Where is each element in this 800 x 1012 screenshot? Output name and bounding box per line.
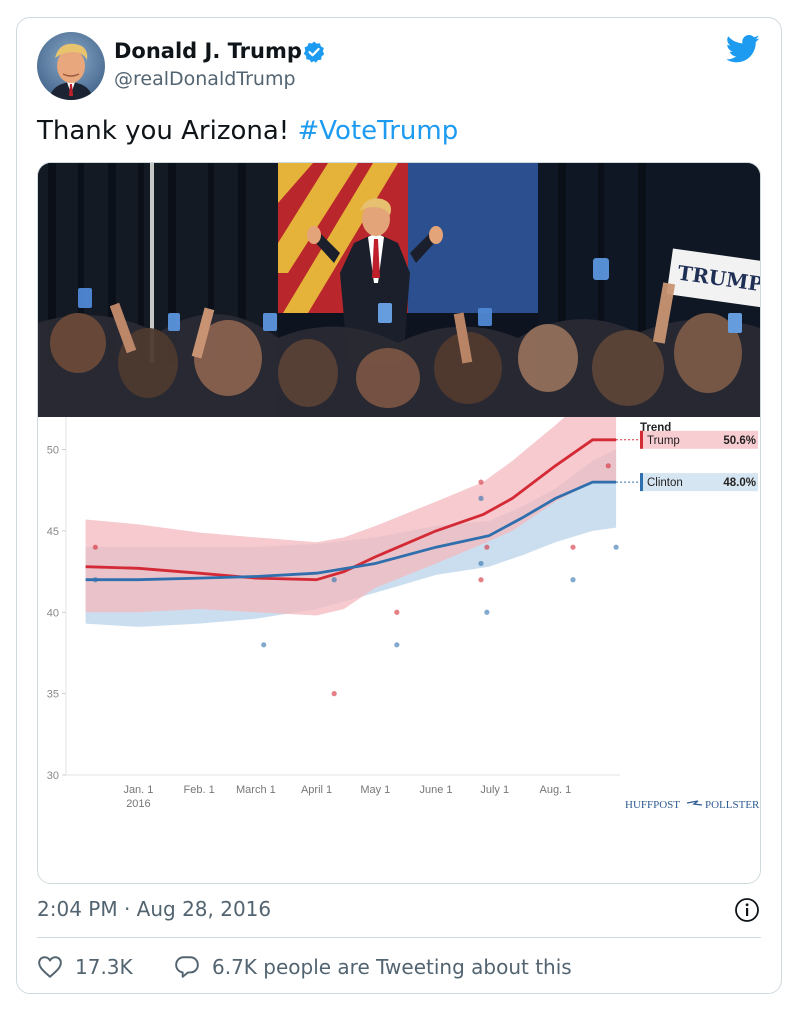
poll-point-trump [478,479,484,485]
poll-point-clinton [394,642,400,648]
legend-swatch-clinton [640,473,643,492]
x-tick-label: Aug. 1 [539,784,571,796]
twitter-bird-icon[interactable] [726,34,760,64]
brand-pollster: POLLSTER [705,799,760,811]
legend-value: 50.6% [723,435,756,447]
poll-point-clinton [261,642,267,648]
poll-point-trump [605,463,611,469]
legend-name: Trump [647,435,680,447]
x-tick-sublabel: 2016 [126,798,150,810]
poll-point-clinton [484,609,490,615]
avatar-image [37,32,105,100]
y-tick-label: 50 [47,445,59,457]
author-name[interactable]: Donald J. Trump [114,38,302,64]
x-tick-label: May 1 [360,784,390,796]
x-tick-label: June 1 [419,784,452,796]
legend-value: 48.0% [723,477,756,489]
x-tick-label: April 1 [301,784,332,796]
poll-point-trump [484,544,490,550]
tweet-timestamp[interactable]: 2:04 PM · Aug 28, 2016 [37,895,271,923]
tweeting-about-text: 6.7K people are Tweeting about this [212,955,572,979]
x-tick-label: March 1 [236,784,276,796]
verified-badge-icon [303,41,325,63]
poll-point-trump [331,691,337,697]
poll-point-clinton [478,495,484,501]
y-tick-label: 45 [47,526,59,538]
avatar[interactable] [37,32,105,100]
tweet-media[interactable]: TRUMP 30 35 40 45 50 Jan. 1 2016 Feb. 1 … [37,162,761,884]
legend-name: Clinton [647,477,683,489]
poll-point-clinton [331,577,337,583]
y-tick-label: 40 [47,607,59,619]
info-icon[interactable] [734,897,760,923]
x-tick-label: Feb. 1 [184,784,215,796]
poll-point-trump [394,609,400,615]
tweeting-about-link[interactable]: 6.7K people are Tweeting about this [174,952,572,982]
legend-swatch-trump [640,430,643,449]
like-count: 17.3K [75,955,133,979]
tweet-text-body: Thank you Arizona! [37,116,298,146]
poll-point-trump [478,577,484,583]
speech-bubble-icon [175,956,199,978]
hashtag-link[interactable]: #VoteTrump [297,116,458,146]
y-tick-label: 35 [47,689,59,701]
poll-chart: 30 35 40 45 50 Jan. 1 2016 Feb. 1 March 1 April … [38,417,760,883]
poll-point-trump [92,544,98,550]
x-tick-label: Jan. 1 [123,784,153,796]
poll-point-clinton [613,544,619,550]
poll-point-trump [570,544,576,550]
poll-point-clinton [92,577,98,583]
rally-photo: TRUMP [38,163,760,417]
brand-huffpost: HUFFPOST [625,799,680,811]
x-tick-label: July 1 [480,784,509,796]
divider [37,937,761,938]
y-tick-label: 30 [47,770,59,782]
poll-point-clinton [570,577,576,583]
tweet-text: Thank you Arizona! #VoteTrump [37,114,458,148]
heart-icon [38,956,62,978]
poll-point-clinton [478,560,484,567]
author-handle[interactable]: @realDonaldTrump [114,66,296,92]
like-button[interactable]: 17.3K [37,952,133,982]
